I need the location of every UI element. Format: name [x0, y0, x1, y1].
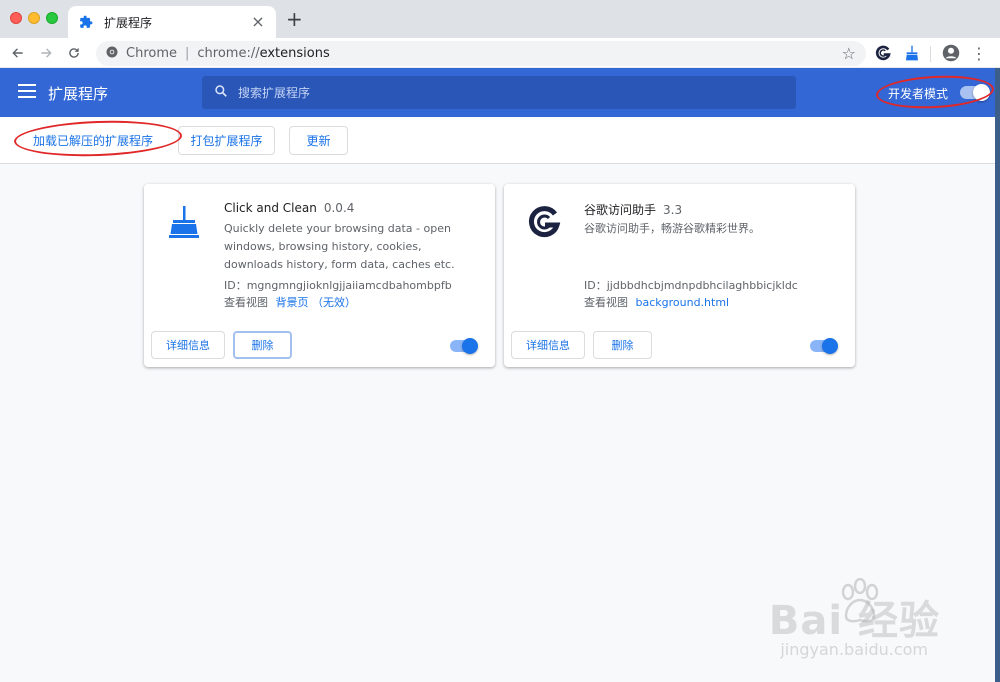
background-page-link[interactable]: 背景页 （无效） — [276, 296, 357, 309]
toggle-knob — [822, 338, 838, 354]
search-icon — [214, 83, 228, 102]
tab-close-icon[interactable]: × — [250, 14, 266, 30]
background-page-link[interactable]: background.html — [636, 296, 730, 309]
toolbar-divider — [930, 46, 931, 62]
extension-enable-toggle[interactable] — [810, 338, 838, 354]
forward-icon[interactable] — [35, 42, 57, 64]
chrome-logo-icon — [106, 46, 118, 62]
inspect-views: 查看视图 background.html — [584, 296, 730, 309]
google-helper-icon — [526, 204, 562, 240]
remove-button[interactable]: 删除 — [593, 331, 652, 359]
details-button[interactable]: 详细信息 — [151, 331, 225, 359]
tab-title: 扩展程序 — [104, 15, 153, 30]
bookmark-star-icon[interactable]: ☆ — [842, 44, 856, 63]
hamburger-menu-icon[interactable] — [18, 84, 36, 100]
extension-description: 谷歌访问助手，畅游谷歌精彩世界。 — [584, 222, 760, 235]
baidu-watermark-url: jingyan.baidu.com — [780, 640, 928, 659]
extension-name: Click and Clean 0.0.4 — [224, 201, 355, 215]
update-button[interactable]: 更新 — [289, 126, 348, 155]
site-name: Chrome — [126, 46, 177, 61]
close-window-button[interactable] — [10, 12, 22, 24]
puzzle-icon — [78, 14, 94, 30]
extension-description: Quickly delete your browsing data - open… — [224, 222, 455, 271]
url-separator: | — [185, 46, 190, 61]
minimize-window-button[interactable] — [28, 12, 40, 24]
tab-strip: 扩展程序 × + — [0, 0, 1000, 38]
google-helper-extension-icon[interactable] — [872, 42, 894, 64]
toggle-knob — [462, 338, 478, 354]
extension-enable-toggle[interactable] — [450, 338, 478, 354]
extension-name: 谷歌访问助手 3.3 — [584, 203, 683, 217]
inspect-views: 查看视图 背景页 （无效） — [224, 296, 357, 309]
extension-id: ID：jjdbbdhcbjmdnpdbhcilaghbbicjkldc — [584, 279, 798, 292]
click-and-clean-extension-icon[interactable] — [901, 42, 923, 64]
reload-icon[interactable] — [63, 42, 85, 64]
pack-extension-button[interactable]: 打包扩展程序 — [178, 126, 275, 155]
url-text: chrome://extensions — [197, 46, 330, 61]
maximize-window-button[interactable] — [46, 12, 58, 24]
window-edge — [995, 68, 1000, 682]
search-input[interactable] — [238, 85, 758, 100]
extensions-header: 扩展程序 开发者模式 — [0, 68, 1000, 117]
extension-version: 0.0.4 — [323, 201, 355, 215]
tab-extensions[interactable]: 扩展程序 × — [68, 6, 276, 38]
broom-icon — [166, 204, 202, 240]
baidu-watermark: Bai 经验 — [768, 598, 940, 644]
extension-id: ID：mgngmngjioknlgjjaiiamcdbahombpfb — [224, 279, 452, 292]
browser-toolbar: Chrome | chrome://extensions ☆ ⋮ — [0, 38, 1000, 68]
search-box[interactable] — [202, 76, 796, 109]
back-icon[interactable] — [7, 42, 29, 64]
profile-avatar-icon[interactable] — [940, 42, 962, 64]
new-tab-button[interactable]: + — [286, 9, 303, 29]
chrome-menu-icon[interactable]: ⋮ — [968, 42, 990, 64]
address-bar[interactable]: Chrome | chrome://extensions ☆ — [96, 41, 866, 66]
extension-card-click-and-clean: Click and Clean 0.0.4 Quickly delete your… — [144, 184, 495, 367]
page-title: 扩展程序 — [48, 85, 109, 103]
extension-card-google-helper: 谷歌访问助手 3.3 谷歌访问助手，畅游谷歌精彩世界。 ID：jjdbbdhcbj… — [504, 184, 855, 367]
details-button[interactable]: 详细信息 — [511, 331, 585, 359]
remove-button[interactable]: 删除 — [233, 331, 292, 359]
extension-version: 3.3 — [663, 203, 683, 217]
